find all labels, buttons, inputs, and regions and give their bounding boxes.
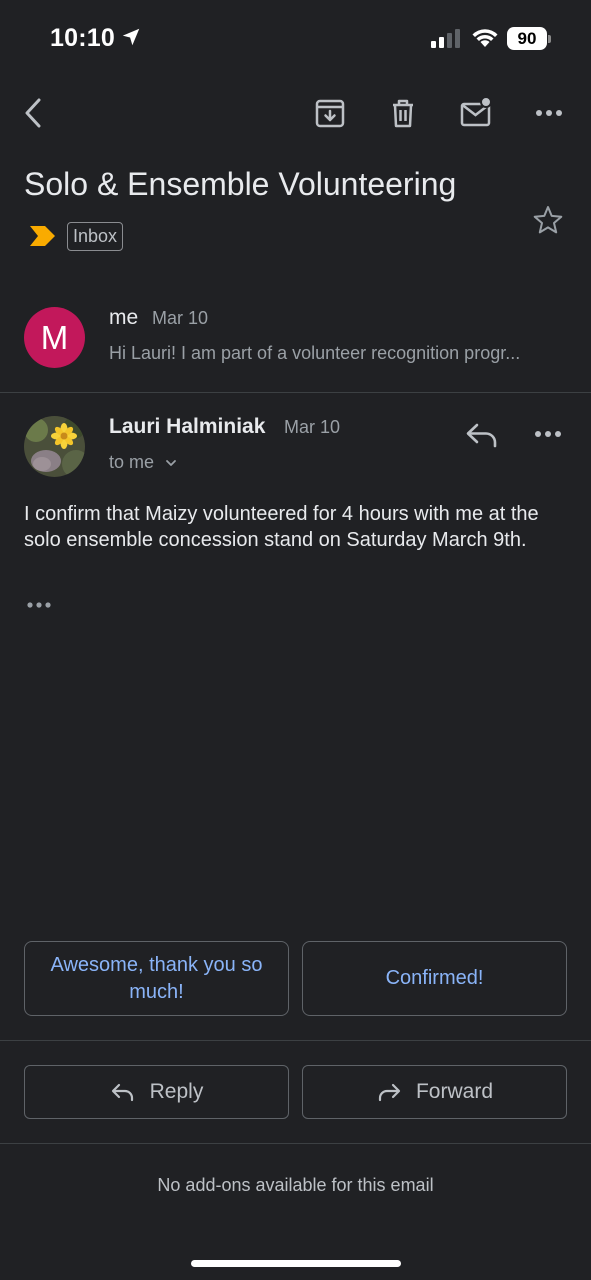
addons-notice: No add-ons available for this email: [157, 1175, 434, 1195]
message-snippet[interactable]: Hi Lauri! I am part of a volunteer recog…: [109, 343, 559, 364]
message-date: Mar 10: [284, 417, 341, 437]
forward-label: Forward: [415, 1080, 494, 1103]
sender-name[interactable]: me: [109, 306, 138, 330]
reply-arrow-icon: [111, 1083, 133, 1102]
status-time: 10:10: [50, 24, 115, 52]
mark-unread-icon[interactable]: [459, 96, 493, 130]
back-icon[interactable]: [18, 96, 52, 130]
recipient-details[interactable]: to me: [109, 452, 154, 473]
signal-icon: [431, 29, 460, 48]
wifi-icon: [472, 29, 498, 47]
message-date: Mar 10: [152, 308, 209, 328]
reply-label: Reply: [149, 1080, 204, 1103]
smart-reply-button[interactable]: Awesome, thank you so much!: [24, 941, 289, 1016]
trash-icon[interactable]: [386, 96, 420, 130]
section-divider: [0, 1143, 591, 1144]
sender-avatar-me: M: [24, 307, 85, 368]
message-more-icon[interactable]: [532, 422, 564, 446]
forward-button[interactable]: Forward: [302, 1065, 567, 1119]
inbox-label-chip[interactable]: Inbox: [67, 222, 124, 251]
home-indicator[interactable]: [191, 1260, 401, 1267]
show-trimmed-content-icon[interactable]: [25, 594, 55, 616]
sender-avatar-photo: [24, 416, 85, 477]
sender-name[interactable]: Lauri Halminiak: [109, 415, 265, 439]
message-divider: [0, 392, 591, 393]
smart-reply-button[interactable]: Confirmed!: [302, 941, 567, 1016]
more-icon[interactable]: [532, 96, 566, 130]
section-divider: [0, 1040, 591, 1041]
forward-arrow-icon: [378, 1083, 401, 1102]
battery-level: 90: [507, 27, 547, 50]
reply-button[interactable]: Reply: [24, 1065, 289, 1119]
battery-icon: 90: [507, 27, 552, 50]
reply-icon[interactable]: [464, 420, 500, 450]
importance-marker-icon[interactable]: [29, 224, 57, 248]
email-subject: Solo & Ensemble Volunteering: [24, 166, 457, 202]
star-icon[interactable]: [532, 204, 564, 236]
message-body: I confirm that Maizy volunteered for 4 h…: [24, 503, 539, 551]
archive-icon[interactable]: [313, 96, 347, 130]
chevron-down-icon[interactable]: [164, 456, 178, 470]
location-arrow-icon: [122, 28, 140, 46]
